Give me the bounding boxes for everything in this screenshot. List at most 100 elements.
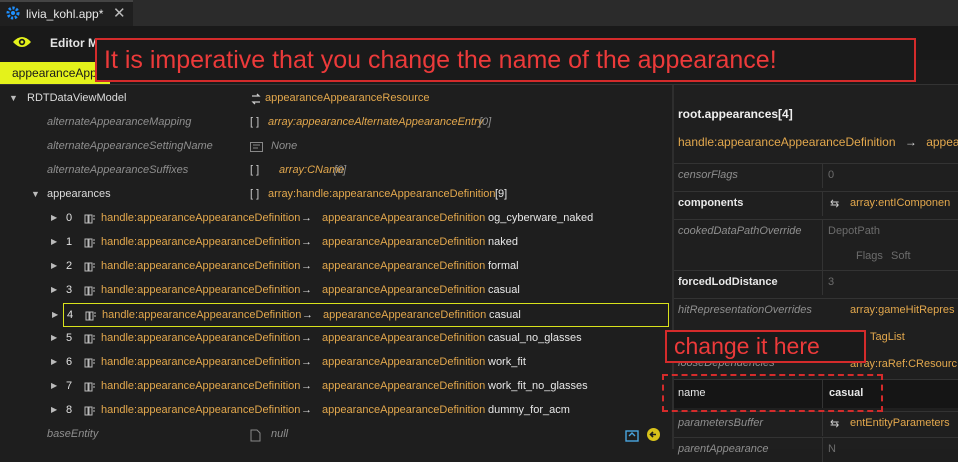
tree-row-base-entity[interactable]: baseEntity null [0,423,672,447]
appearance-item-row[interactable]: ▶ 3 handle:appearanceAppearanceDefinition →… [0,279,672,303]
handle-icon [85,310,97,325]
field-count: [0] [334,164,347,176]
appearance-index: 3 [66,284,73,296]
handle-icon [84,285,96,300]
expand-arrow-icon[interactable]: ▶ [51,405,57,414]
appearance-index: 7 [66,380,73,392]
handle-icon [84,333,96,348]
prop-row-censor-flags[interactable]: censorFlags 0 [674,163,958,188]
field-value: null [271,428,289,440]
callout-annotation: change it here [665,330,866,363]
appearance-item-row[interactable]: ▶ 8 handle:appearanceAppearanceDefinition →… [0,399,672,423]
tab-appearance-app-label: appearanceApp [12,66,97,80]
appearance-name: casual_no_glasses [488,332,582,344]
expand-arrow-icon[interactable]: ▶ [52,310,58,319]
title-bar [0,0,958,26]
collapse-arrow-icon[interactable]: ▼ [31,189,40,199]
handle-type: handle:appearanceAppearanceDefinition [101,236,301,248]
tree-row-alternate-appearance-setting-name[interactable]: alternateAppearanceSettingName None [0,135,672,159]
prop-key: cookedDataPathOverride [678,225,802,237]
eye-icon[interactable] [12,35,32,49]
back-arrow-icon[interactable] [646,427,661,442]
handle-type: handle:appearanceAppearanceDefinition [102,309,302,321]
prop-row-hit-representation-overrides[interactable]: hitRepresentationOverrides array:gameHit… [674,298,958,323]
expand-arrow-icon[interactable]: ▶ [51,381,57,390]
expand-arrow-icon[interactable]: ▶ [51,333,57,342]
appearance-item-row[interactable]: ▶ 4 handle:appearanceAppearanceDefinition →… [52,303,669,327]
arrow-right-icon: → [301,260,312,272]
depot-path-label: DepotPath [828,225,880,237]
flags-value[interactable]: Soft [891,250,911,262]
file-tab[interactable]: livia_kohl.app* ✕ [0,0,133,26]
appearance-item-row[interactable]: ▶ 2 handle:appearanceAppearanceDefinition →… [0,255,672,279]
prop-key: parametersBuffer [678,417,763,429]
expand-arrow-icon[interactable]: ▶ [51,261,57,270]
tree-row-alternate-appearance-mapping[interactable]: alternateAppearanceMapping [ ] array:app… [0,111,672,135]
expand-arrow-icon[interactable]: ▶ [51,357,57,366]
open-file-icon[interactable] [625,428,639,442]
appearance-index: 5 [66,332,73,344]
close-icon[interactable]: ✕ [113,4,126,22]
field-key: alternateAppearanceSuffixes [47,164,189,176]
handle-target: appearanceAppearanceDefinition [322,356,486,368]
appearance-item-row[interactable]: ▶ 1 handle:appearanceAppearanceDefinition →… [0,231,672,255]
inspector-handle-target: appear [926,135,958,149]
prop-value: TagList [870,331,905,343]
handle-icon [84,381,96,396]
appearance-index: 2 [66,260,73,272]
appearance-name: work_fit [488,356,526,368]
collapse-arrow-icon[interactable]: ▼ [9,93,18,103]
appearance-item-row[interactable]: ▶ 0 handle:appearanceAppearanceDefinition →… [0,207,672,231]
expand-arrow-icon[interactable]: ▶ [51,237,57,246]
appearance-item-row[interactable]: ▶ 7 handle:appearanceAppearanceDefinition →… [0,375,672,399]
prop-row-cooked-data-path-override[interactable]: cookedDataPathOverride DepotPath Flags S… [674,219,958,272]
callout-text: change it here [674,333,820,359]
arrow-right-icon: → [301,404,312,416]
handle-type: handle:appearanceAppearanceDefinition [101,260,301,272]
tree-row-appearances[interactable]: ▼ appearances [ ] array:handle:appearanc… [0,183,672,207]
prop-row-components[interactable]: components ⇆ array:entIComponen [674,191,958,216]
arrow-right-icon: → [301,332,312,344]
tree-row-alternate-appearance-suffixes[interactable]: alternateAppearanceSuffixes [ ] array:CN… [0,159,672,183]
prop-row-forced-lod-distance[interactable]: forcedLodDistance 3 [674,270,958,295]
highlight-annotation [662,374,883,412]
handle-type: handle:appearanceAppearanceDefinition [101,404,301,416]
handle-target: appearanceAppearanceDefinition [323,309,487,321]
tree-root-row[interactable]: ▼ RDTDataViewModel appearanceAppearanceR… [0,87,672,111]
prop-row-parent-appearance[interactable]: parentAppearance N [674,437,958,462]
forced-lod-distance-input[interactable]: 3 [828,276,834,288]
expand-arrow-icon[interactable]: ▶ [51,213,57,222]
appearance-item-row[interactable]: ▶ 5 handle:appearanceAppearanceDefinition →… [0,327,672,351]
prop-value: entEntityParameters [850,417,950,429]
field-type: array:handle:appearanceAppearanceDefinit… [268,188,496,200]
warning-banner: It is imperative that you change the nam… [95,38,916,82]
tab-appearance-app[interactable]: appearanceApp [0,62,110,84]
appearance-index: 1 [66,236,73,248]
expand-arrow-icon[interactable]: ▶ [51,285,57,294]
link-icon: ⇆ [830,198,840,210]
handle-target: appearanceAppearanceDefinition [322,236,486,248]
array-bracket-icon: [ ] [250,116,260,128]
appearance-name: work_fit_no_glasses [488,380,588,392]
arrow-right-icon: → [301,212,312,224]
handle-icon [84,237,96,252]
prop-value[interactable]: N [828,443,836,455]
field-value: None [271,140,298,152]
censor-flags-input[interactable]: 0 [828,169,834,181]
appearance-index: 0 [66,212,73,224]
arrow-right-icon: → [301,380,312,392]
prop-key: hitRepresentationOverrides [678,304,812,316]
arrow-right-icon: → [301,356,312,368]
appearance-name: formal [488,260,519,272]
appearance-name: naked [488,236,518,248]
prop-row-parameters-buffer[interactable]: parametersBuffer ⇆ entEntityParameters [674,411,958,436]
appearance-index: 8 [66,404,73,416]
inspector-handle: handle:appearanceAppearanceDefinition → … [678,135,958,149]
editor-mode-label[interactable]: Editor M [50,36,98,50]
handle-target: appearanceAppearanceDefinition [322,212,486,224]
inspector-path: root.appearances[4] [678,107,793,121]
prop-key: components [678,197,744,209]
appearance-index: 6 [66,356,73,368]
handle-target: appearanceAppearanceDefinition [322,380,486,392]
appearance-item-row[interactable]: ▶ 6 handle:appearanceAppearanceDefinition →… [0,351,672,375]
